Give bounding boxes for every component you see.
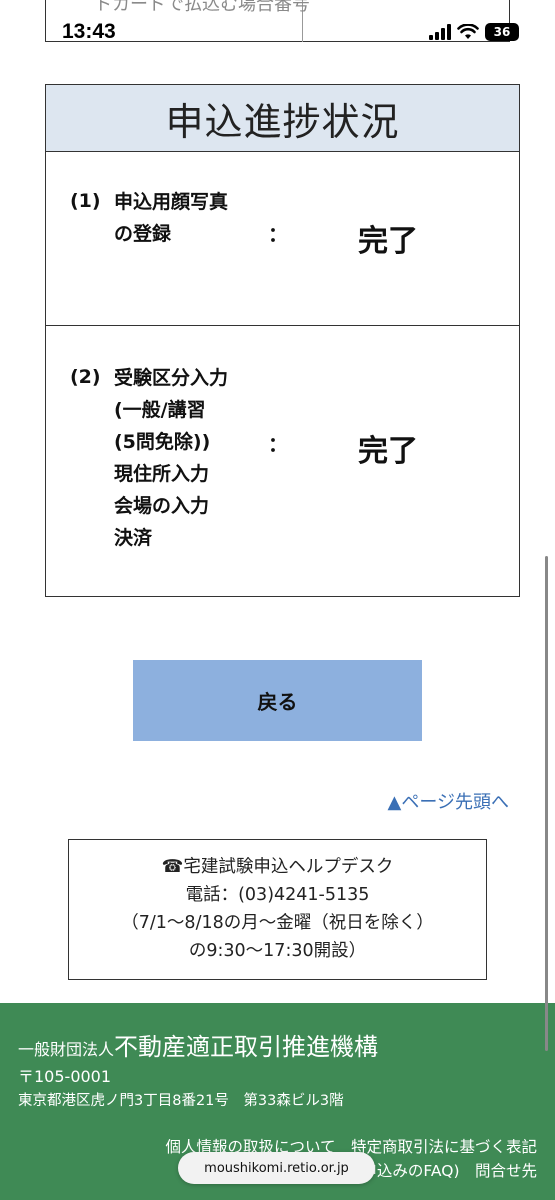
- row-label-line: (一般/講習: [114, 399, 206, 421]
- address: 東京都港区虎ノ門3丁目8番21号 第33森ビル3階: [18, 1093, 344, 1109]
- row-label-line: 現住所入力: [114, 463, 210, 485]
- org-prefix: 一般財団法人: [18, 1040, 115, 1059]
- wifi-icon: [457, 24, 479, 39]
- helpdesk-hours: の9:30〜17:30開設）: [188, 941, 367, 961]
- helpdesk-info: ☎宅建試験申込ヘルプデスク 電話：(03)4241-5135 （7/1〜8/18…: [68, 839, 487, 980]
- row-label-line: (5問免除)): [114, 431, 211, 453]
- status-bar: 13:43 36: [0, 0, 555, 44]
- progress-title: 申込進捗状況: [46, 85, 519, 152]
- progress-row-application: (2) 受験区分入力 (一般/講習 (5問免除)) 現住所入力 会場の入力 決済…: [46, 326, 519, 596]
- row-label-line: 申込用顔写真: [114, 191, 229, 213]
- helpdesk-title: ☎宅建試験申込ヘルプデスク: [161, 857, 394, 877]
- row-label-line: の登録: [114, 223, 172, 245]
- row-colon: ：: [268, 432, 288, 456]
- row-number: (1): [70, 190, 101, 212]
- row-label-line: 会場の入力: [114, 495, 210, 517]
- row-number: (2): [70, 366, 101, 388]
- progress-row-photo: (1) 申込用顔写真 の登録 ： 完了: [46, 152, 519, 326]
- postal-code: 〒105-0001: [18, 1067, 112, 1086]
- site-footer: 一般財団法人不動産適正取引推進機構 〒105-0001 東京都港区虎ノ門3丁目8…: [0, 1003, 555, 1200]
- row-label: 受験区分入力 (一般/講習 (5問免除)) 現住所入力 会場の入力 決済: [114, 362, 228, 554]
- organization-name: 一般財団法人不動産適正取引推進機構: [18, 1027, 378, 1062]
- progress-table: 申込進捗状況 (1) 申込用顔写真 の登録 ： 完了 (2) 受験区分入力 (一…: [45, 84, 520, 597]
- cellular-signal-icon: [429, 24, 451, 40]
- helpdesk-phone: 電話：(03)4241-5135: [185, 885, 370, 905]
- row-colon: ：: [268, 222, 288, 246]
- row-status: 完了: [358, 434, 418, 469]
- battery-icon: 36: [485, 23, 519, 41]
- status-icons: 36: [429, 20, 519, 44]
- browser-url-bar[interactable]: moushikomi.retio.or.jp: [178, 1152, 375, 1184]
- row-status: 完了: [358, 224, 418, 259]
- page-top-link[interactable]: ▲ページ先頭へ: [388, 788, 509, 814]
- row-label-line: 決済: [114, 527, 153, 549]
- org-name: 不動産適正取引推進機構: [114, 1033, 379, 1061]
- back-button[interactable]: 戻る: [133, 660, 422, 741]
- helpdesk-hours: （7/1〜8/18の月〜金曜（祝日を除く）: [121, 913, 434, 933]
- scrollbar-thumb[interactable]: [545, 556, 548, 1051]
- status-time: 13:43: [62, 20, 116, 43]
- row-label-line: 受験区分入力: [114, 367, 229, 389]
- row-label: 申込用顔写真 の登録: [114, 186, 228, 250]
